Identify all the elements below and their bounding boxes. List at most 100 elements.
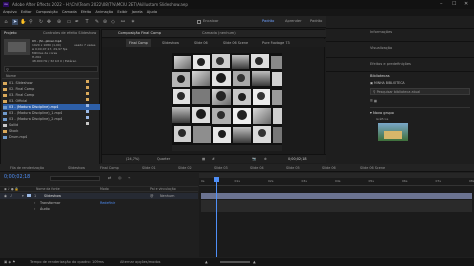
column-source-name[interactable]: Nome da fonte	[36, 187, 60, 192]
maximize-button[interactable]: ☐	[452, 0, 456, 9]
panel-preview[interactable]: Visualização	[370, 46, 392, 50]
flow-slide-06-scene[interactable]: Slide 06 Scene	[223, 39, 248, 47]
comp-timecode[interactable]: 0;00;02;18	[288, 155, 307, 164]
snap-checkbox[interactable]	[197, 20, 201, 24]
panel-libraries[interactable]: Bibliotecas	[370, 74, 390, 78]
timeline-timecode[interactable]: 0;00;02;18	[4, 175, 30, 180]
layer-name[interactable]: Slideshow	[44, 193, 61, 199]
library-graphic-thumbnail[interactable]	[378, 123, 408, 141]
panel-info[interactable]: Informações	[370, 30, 392, 34]
camera-tool-icon[interactable]: ✥	[46, 19, 52, 25]
zoom-dropdown[interactable]: (24,7%)	[126, 155, 139, 164]
tab-slide-02[interactable]: Slide 02	[178, 164, 192, 172]
roto-tool-icon[interactable]: ⚯	[120, 19, 126, 25]
tab-slide-05[interactable]: Slide 05	[286, 164, 300, 172]
time-ruler[interactable]: 0s 01s 02s 03s 04s 05s 06s 07s 08s	[199, 178, 474, 186]
puppet-tool-icon[interactable]: ✶	[130, 19, 136, 25]
menu-item-composition[interactable]: Composição	[36, 10, 58, 14]
tab-slideshow[interactable]: Slideshow	[68, 164, 85, 172]
label-color[interactable]	[27, 194, 31, 197]
workspace-default[interactable]: Padrão	[262, 19, 274, 23]
column-name[interactable]: Nome	[6, 74, 16, 78]
tab-final-comp[interactable]: Final Comp	[100, 164, 119, 172]
close-button[interactable]: ✕	[464, 0, 468, 9]
tab-project[interactable]: Projeto	[4, 31, 17, 35]
tab-slide-06[interactable]: Slide 06	[322, 164, 336, 172]
timeline-track-area[interactable]: 0s 01s 02s 03s 04s 05s 06s 07s 08s	[199, 173, 474, 257]
channel-icon[interactable]: ⊗	[264, 155, 267, 164]
minimize-button[interactable]: –	[440, 0, 443, 9]
eraser-tool-icon[interactable]: ◇	[110, 19, 116, 25]
quality-dropdown[interactable]: Quarter	[157, 155, 170, 164]
library-view-controls[interactable]: ☰ ▦	[370, 99, 377, 103]
tab-slide-03[interactable]: Slide 03	[214, 164, 228, 172]
layer-duration-bar[interactable]	[201, 193, 472, 199]
workspace-learn[interactable]: Aprender	[285, 19, 302, 23]
hand-tool-icon[interactable]: ✋	[20, 19, 26, 25]
timeline-search-input[interactable]	[50, 176, 100, 181]
menu-item-edit[interactable]: Editar	[21, 10, 32, 14]
menu-item-window[interactable]: Janela	[132, 10, 143, 14]
zoom-in-icon[interactable]: ▲	[253, 258, 256, 266]
toggle-switches-modes[interactable]: Alternar opções/modos	[120, 258, 161, 266]
switches-icon[interactable]: ▣ ◈ ⚑	[4, 258, 15, 266]
project-panel: Projeto Controles de efeito Slideshow 03…	[0, 29, 100, 176]
region-icon[interactable]: ▦	[202, 155, 205, 164]
workspace-standard[interactable]: Padrão	[310, 19, 322, 23]
chevron-right-icon[interactable]: ›	[34, 206, 35, 212]
grid-icon[interactable]: #	[212, 155, 215, 164]
zoom-slider[interactable]	[220, 261, 250, 263]
column-parent[interactable]: Pai e vinculação	[150, 187, 176, 192]
tab-composition[interactable]: Composição Final Comp	[118, 31, 161, 35]
layer-row[interactable]: ◉ ♪ ▾ 1 Slideshow @ Nenhum	[0, 193, 198, 199]
menu-item-layer[interactable]: Camada	[62, 10, 77, 14]
visibility-icon[interactable]: ◉	[4, 193, 7, 199]
parent-pick-whip-icon[interactable]: @	[150, 193, 153, 199]
tab-slide-01[interactable]: Slide 01	[142, 164, 156, 172]
flow-slide-06[interactable]: Slide 06	[194, 39, 208, 47]
playhead-handle[interactable]	[214, 177, 220, 182]
text-tool-icon[interactable]: T	[84, 19, 90, 25]
panel-effects-presets[interactable]: Efeitos e predefinições	[370, 62, 411, 66]
menu-item-animation[interactable]: Animação	[95, 10, 113, 14]
tab-effect-controls[interactable]: Controles de efeito Slideshow	[43, 31, 96, 35]
pen-tool-icon[interactable]: ✒	[74, 19, 80, 25]
tab-render-queue[interactable]: Fila de renderização	[10, 164, 44, 172]
composition-viewer[interactable]	[172, 53, 282, 151]
tab-layer[interactable]: Camada (nenhum)	[202, 31, 236, 35]
group-header[interactable]: ▾ Novo grupo	[370, 111, 394, 115]
menu-item-file[interactable]: Arquivo	[3, 10, 17, 14]
graph-editor-icon[interactable]: ⌁	[128, 175, 130, 180]
clone-tool-icon[interactable]: ⊛	[102, 19, 108, 25]
usage-count: usado 7 vezes	[74, 43, 96, 47]
motion-blur-icon[interactable]: ◎	[118, 175, 122, 180]
anchor-tool-icon[interactable]: ⊕	[56, 19, 62, 25]
menu-item-effect[interactable]: Efeito	[81, 10, 91, 14]
menu-item-view[interactable]: Exibir	[117, 10, 127, 14]
tab-slide-04[interactable]: Slide 04	[250, 164, 264, 172]
rectangle-tool-icon[interactable]: ▭	[66, 19, 72, 25]
selection-tool-icon[interactable]: ➤	[12, 19, 18, 25]
tab-slide-06-scene[interactable]: Slide 06 Scene	[360, 164, 385, 172]
comp-flowchart-icon[interactable]: ⇄	[108, 175, 111, 180]
audio-icon[interactable]: ♪	[10, 193, 12, 199]
flow-final-comp[interactable]: Final Comp	[126, 39, 151, 47]
ruler-label: 05s	[368, 179, 374, 183]
flow-slideshow[interactable]: Slideshow	[162, 39, 179, 47]
flow-pure-footage[interactable]: Pure Footage 73	[262, 39, 290, 47]
parent-dropdown[interactable]: Nenhum	[160, 193, 174, 199]
home-icon[interactable]: ⌂	[3, 19, 9, 25]
library-selector[interactable]: ▣ MINHA BIBLIOTECA	[370, 81, 405, 85]
project-search-input[interactable]: ⚲	[4, 66, 98, 72]
rotate-tool-icon[interactable]: ↻	[38, 19, 44, 25]
zoom-out-icon[interactable]: ▲	[205, 258, 208, 266]
playhead[interactable]	[216, 177, 218, 257]
menu-item-help[interactable]: Ajuda	[147, 10, 157, 14]
audio-row[interactable]: › Áudio	[0, 206, 198, 212]
zoom-tool-icon[interactable]: ⚲	[28, 19, 34, 25]
snapshot-icon[interactable]: 📷	[252, 155, 256, 164]
column-mode[interactable]: Modo	[100, 187, 109, 192]
library-search-input[interactable]: ⚲ Pesquisar biblioteca atual	[370, 88, 470, 95]
brush-tool-icon[interactable]: ✎	[94, 19, 100, 25]
chevron-down-icon[interactable]: ▾	[22, 193, 24, 199]
